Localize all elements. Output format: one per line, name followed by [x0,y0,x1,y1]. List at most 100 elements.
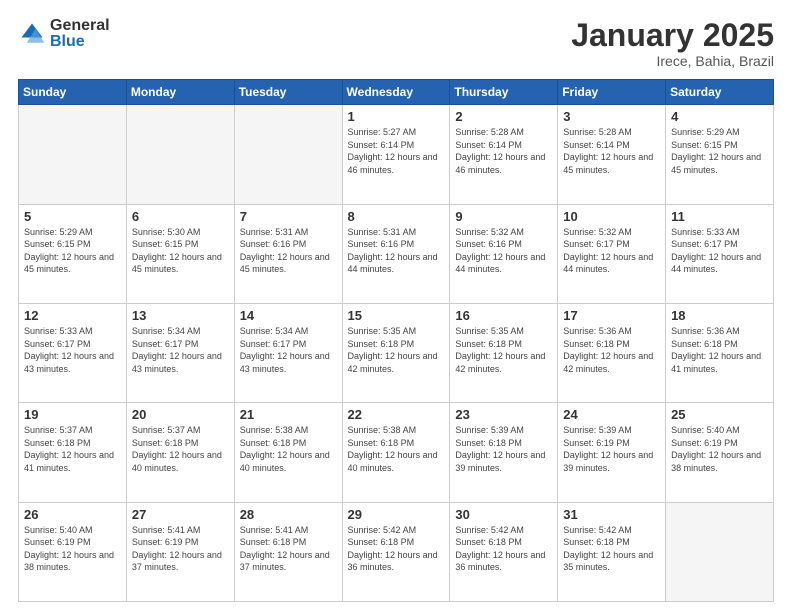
day-info: Sunrise: 5:34 AM Sunset: 6:17 PM Dayligh… [132,325,229,375]
day-number: 26 [24,507,121,522]
day-number: 3 [563,109,660,124]
day-number: 8 [348,209,445,224]
day-number: 16 [455,308,552,323]
table-row: 12 Sunrise: 5:33 AM Sunset: 6:17 PM Dayli… [19,303,127,402]
day-number: 18 [671,308,768,323]
col-thursday: Thursday [450,80,558,105]
table-row: 24 Sunrise: 5:39 AM Sunset: 6:19 PM Dayli… [558,403,666,502]
table-row: 30Sunrise: 5:42 AM Sunset: 6:18 PM Dayli… [450,502,558,601]
day-info: Sunrise: 5:40 AM Sunset: 6:19 PM Dayligh… [24,524,121,574]
day-info: Sunrise: 5:39 AM Sunset: 6:18 PM Dayligh… [455,424,552,474]
logo: General Blue [18,18,110,50]
calendar-week-row: 19 Sunrise: 5:37 AM Sunset: 6:18 PM Dayli… [19,403,774,502]
day-number: 19 [24,407,121,422]
day-info: Sunrise: 5:33 AM Sunset: 6:17 PM Dayligh… [671,226,768,276]
table-row: 4 Sunrise: 5:29 AM Sunset: 6:15 PM Daylig… [666,105,774,204]
table-row: 3 Sunrise: 5:28 AM Sunset: 6:14 PM Daylig… [558,105,666,204]
day-number: 2 [455,109,552,124]
day-info: Sunrise: 5:30 AM Sunset: 6:15 PM Dayligh… [132,226,229,276]
day-number: 20 [132,407,229,422]
day-number: 28 [240,507,337,522]
table-row: 10 Sunrise: 5:32 AM Sunset: 6:17 PM Dayli… [558,204,666,303]
day-info: Sunrise: 5:37 AM Sunset: 6:18 PM Dayligh… [24,424,121,474]
day-number: 7 [240,209,337,224]
day-number: 13 [132,308,229,323]
table-row: 29Sunrise: 5:42 AM Sunset: 6:18 PM Dayli… [342,502,450,601]
day-info: Sunrise: 5:27 AM Sunset: 6:14 PM Dayligh… [348,126,445,176]
day-number: 11 [671,209,768,224]
day-number: 4 [671,109,768,124]
day-number: 5 [24,209,121,224]
table-row: 21 Sunrise: 5:38 AM Sunset: 6:18 PM Dayli… [234,403,342,502]
table-row [666,502,774,601]
day-number: 21 [240,407,337,422]
day-number: 1 [348,109,445,124]
day-number: 14 [240,308,337,323]
day-info: Sunrise: 5:35 AM Sunset: 6:18 PM Dayligh… [348,325,445,375]
header: General Blue January 2025 Irece, Bahia, … [18,18,774,69]
table-row: 25 Sunrise: 5:40 AM Sunset: 6:19 PM Dayli… [666,403,774,502]
logo-general: General [50,18,110,34]
table-row: 22Sunrise: 5:38 AM Sunset: 6:18 PM Dayli… [342,403,450,502]
day-info: Sunrise: 5:40 AM Sunset: 6:19 PM Dayligh… [671,424,768,474]
day-info: Sunrise: 5:33 AM Sunset: 6:17 PM Dayligh… [24,325,121,375]
table-row: 26 Sunrise: 5:40 AM Sunset: 6:19 PM Dayli… [19,502,127,601]
day-info: Sunrise: 5:38 AM Sunset: 6:18 PM Dayligh… [240,424,337,474]
table-row: 14 Sunrise: 5:34 AM Sunset: 6:17 PM Dayli… [234,303,342,402]
table-row: 5Sunrise: 5:29 AM Sunset: 6:15 PM Daylig… [19,204,127,303]
col-wednesday: Wednesday [342,80,450,105]
logo-text: General Blue [50,18,110,50]
day-info: Sunrise: 5:42 AM Sunset: 6:18 PM Dayligh… [455,524,552,574]
day-info: Sunrise: 5:32 AM Sunset: 6:16 PM Dayligh… [455,226,552,276]
day-number: 23 [455,407,552,422]
table-row: 6 Sunrise: 5:30 AM Sunset: 6:15 PM Daylig… [126,204,234,303]
day-number: 10 [563,209,660,224]
day-number: 12 [24,308,121,323]
day-number: 9 [455,209,552,224]
month-title: January 2025 [571,18,774,53]
day-number: 22 [348,407,445,422]
table-row [126,105,234,204]
table-row: 1 Sunrise: 5:27 AM Sunset: 6:14 PM Daylig… [342,105,450,204]
table-row: 18Sunrise: 5:36 AM Sunset: 6:18 PM Dayli… [666,303,774,402]
calendar-week-row: 26 Sunrise: 5:40 AM Sunset: 6:19 PM Dayli… [19,502,774,601]
day-info: Sunrise: 5:41 AM Sunset: 6:18 PM Dayligh… [240,524,337,574]
day-info: Sunrise: 5:34 AM Sunset: 6:17 PM Dayligh… [240,325,337,375]
table-row: 16Sunrise: 5:35 AM Sunset: 6:18 PM Dayli… [450,303,558,402]
day-info: Sunrise: 5:41 AM Sunset: 6:19 PM Dayligh… [132,524,229,574]
table-row: 15 Sunrise: 5:35 AM Sunset: 6:18 PM Dayli… [342,303,450,402]
day-info: Sunrise: 5:36 AM Sunset: 6:18 PM Dayligh… [563,325,660,375]
table-row: 11 Sunrise: 5:33 AM Sunset: 6:17 PM Dayli… [666,204,774,303]
table-row [19,105,127,204]
day-number: 17 [563,308,660,323]
logo-icon [18,20,46,48]
table-row: 19 Sunrise: 5:37 AM Sunset: 6:18 PM Dayli… [19,403,127,502]
table-row: 7 Sunrise: 5:31 AM Sunset: 6:16 PM Daylig… [234,204,342,303]
day-info: Sunrise: 5:31 AM Sunset: 6:16 PM Dayligh… [348,226,445,276]
table-row: 27Sunrise: 5:41 AM Sunset: 6:19 PM Dayli… [126,502,234,601]
day-number: 25 [671,407,768,422]
day-info: Sunrise: 5:28 AM Sunset: 6:14 PM Dayligh… [563,126,660,176]
table-row: 28 Sunrise: 5:41 AM Sunset: 6:18 PM Dayli… [234,502,342,601]
location-subtitle: Irece, Bahia, Brazil [571,53,774,69]
day-info: Sunrise: 5:39 AM Sunset: 6:19 PM Dayligh… [563,424,660,474]
table-row: 8 Sunrise: 5:31 AM Sunset: 6:16 PM Daylig… [342,204,450,303]
day-number: 6 [132,209,229,224]
day-info: Sunrise: 5:32 AM Sunset: 6:17 PM Dayligh… [563,226,660,276]
table-row: 20Sunrise: 5:37 AM Sunset: 6:18 PM Dayli… [126,403,234,502]
col-friday: Friday [558,80,666,105]
col-sunday: Sunday [19,80,127,105]
day-info: Sunrise: 5:31 AM Sunset: 6:16 PM Dayligh… [240,226,337,276]
col-monday: Monday [126,80,234,105]
col-tuesday: Tuesday [234,80,342,105]
day-number: 24 [563,407,660,422]
day-info: Sunrise: 5:29 AM Sunset: 6:15 PM Dayligh… [671,126,768,176]
logo-blue: Blue [50,34,110,50]
day-number: 31 [563,507,660,522]
day-number: 15 [348,308,445,323]
calendar-week-row: 1 Sunrise: 5:27 AM Sunset: 6:14 PM Daylig… [19,105,774,204]
table-row: 2Sunrise: 5:28 AM Sunset: 6:14 PM Daylig… [450,105,558,204]
table-row: 9 Sunrise: 5:32 AM Sunset: 6:16 PM Daylig… [450,204,558,303]
table-row [234,105,342,204]
table-row: 17 Sunrise: 5:36 AM Sunset: 6:18 PM Dayli… [558,303,666,402]
